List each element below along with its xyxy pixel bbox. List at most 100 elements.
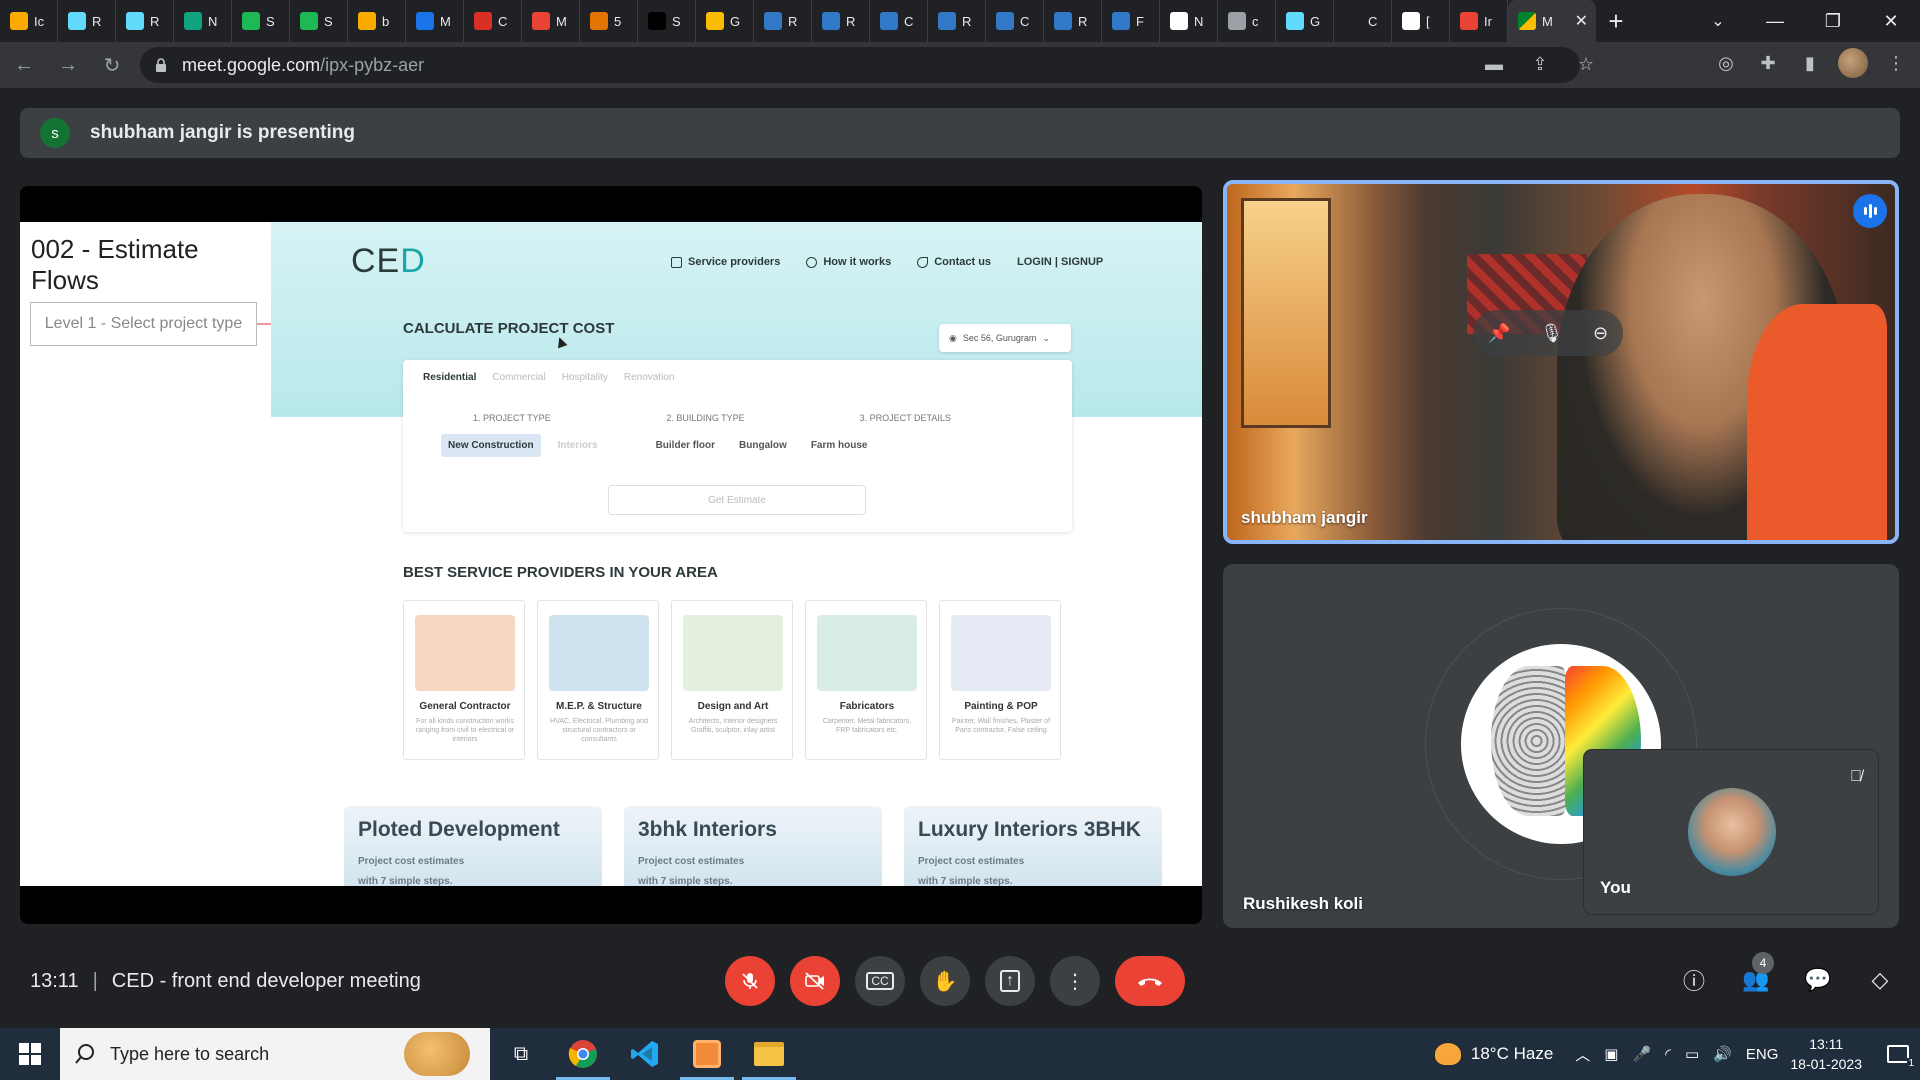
- browser-tab[interactable]: R: [754, 0, 812, 42]
- tab-label: N: [208, 13, 218, 29]
- estimate-card: 3bhk Interiors Project cost estimates with…: [624, 806, 882, 886]
- browser-tab[interactable]: M: [406, 0, 464, 42]
- more-options-button[interactable]: ⋮: [1050, 956, 1100, 1006]
- vscode-taskbar-icon[interactable]: [614, 1028, 676, 1080]
- browser-tab[interactable]: Ic: [0, 0, 58, 42]
- participant-tile-second[interactable]: 🎙̸ You Rushikesh koli: [1223, 564, 1899, 928]
- meeting-time: 13:11: [30, 970, 79, 992]
- location-pin-icon: [806, 256, 818, 268]
- tab-active[interactable]: M ✕: [1508, 0, 1596, 42]
- language-indicator[interactable]: ENG: [1746, 1046, 1779, 1063]
- app-taskbar-icon[interactable]: [676, 1028, 738, 1080]
- present-button[interactable]: ↑: [985, 956, 1035, 1006]
- tab-favicon-icon: [1402, 12, 1420, 30]
- menu-kebab-icon[interactable]: ⋮: [1882, 49, 1910, 77]
- reload-icon[interactable]: ↻: [92, 45, 132, 85]
- taskbar-clock[interactable]: 13:11 18-01-2023: [1790, 1034, 1862, 1074]
- browser-tab[interactable]: 5: [580, 0, 638, 42]
- nav-service-providers: Service providers: [671, 256, 780, 268]
- meeting-panels: ⓘ 👥 4 💬 ◇: [1674, 952, 1900, 1000]
- meeting-details-info-icon[interactable]: ⓘ: [1674, 960, 1714, 1000]
- extension-icon[interactable]: ◎: [1712, 49, 1740, 77]
- browser-tab[interactable]: C: [1334, 0, 1392, 42]
- browser-tab[interactable]: C: [986, 0, 1044, 42]
- browser-tab[interactable]: M: [522, 0, 580, 42]
- restore-button[interactable]: ❐: [1804, 11, 1862, 32]
- file-explorer-icon[interactable]: [738, 1028, 800, 1080]
- camera-icon[interactable]: ▬: [1480, 50, 1508, 78]
- provider-card: Painting & POP Painter, Wall finishes, Pl…: [939, 600, 1061, 760]
- profile-avatar[interactable]: [1838, 48, 1868, 78]
- weather-widget[interactable]: 18°C Haze: [1434, 1043, 1553, 1065]
- chip-new-construction: New Construction: [441, 434, 541, 457]
- browser-tab[interactable]: S: [638, 0, 696, 42]
- mic-tray-icon[interactable]: 🎤: [1632, 1045, 1651, 1063]
- remove-icon[interactable]: ⊖: [1593, 323, 1608, 344]
- participant-count-badge: 4: [1752, 952, 1774, 974]
- clock-time: 13:11: [1809, 1036, 1844, 1052]
- back-icon[interactable]: ←: [4, 45, 44, 85]
- people-icon[interactable]: 👥 4: [1736, 952, 1776, 1000]
- leave-call-button[interactable]: [1115, 956, 1185, 1006]
- tab-search-icon[interactable]: ⌄: [1690, 11, 1746, 31]
- browser-tab[interactable]: R: [58, 0, 116, 42]
- volume-icon[interactable]: 🔊: [1713, 1045, 1732, 1063]
- windows-start-icon[interactable]: [0, 1028, 60, 1080]
- close-window-button[interactable]: ✕: [1862, 11, 1920, 32]
- browser-tab[interactable]: Ir: [1450, 0, 1508, 42]
- browser-tab[interactable]: R: [928, 0, 986, 42]
- self-view-tile[interactable]: 🎙̸ You: [1584, 750, 1878, 914]
- browser-tab[interactable]: R: [812, 0, 870, 42]
- browser-tab[interactable]: N: [1160, 0, 1218, 42]
- captions-button[interactable]: CC: [855, 956, 905, 1006]
- bookmark-star-icon[interactable]: ☆: [1572, 50, 1600, 78]
- side-panel-icon[interactable]: ▮: [1796, 49, 1824, 77]
- shared-slide: 002 - Estimate Flows Level 1 - Select pr…: [20, 222, 1202, 886]
- tab-favicon-icon: [938, 12, 956, 30]
- puzzle-icon[interactable]: ✚: [1754, 49, 1782, 77]
- chrome-taskbar-icon[interactable]: [552, 1028, 614, 1080]
- mic-off-button[interactable]: [725, 956, 775, 1006]
- taskbar-search-box[interactable]: Type here to search: [60, 1028, 490, 1080]
- browser-tab[interactable]: R: [116, 0, 174, 42]
- url-text: meet.google.com/ipx-pybz-aer: [182, 55, 424, 76]
- provider-name: General Contractor: [419, 701, 511, 712]
- notification-center-icon[interactable]: 1: [1876, 1028, 1920, 1080]
- activities-icon[interactable]: ◇: [1860, 960, 1900, 1000]
- pin-icon[interactable]: 📌: [1488, 323, 1510, 344]
- browser-tab[interactable]: c: [1218, 0, 1276, 42]
- raise-hand-button[interactable]: ✋: [920, 956, 970, 1006]
- browser-tab[interactable]: S: [290, 0, 348, 42]
- battery-icon[interactable]: ▭: [1685, 1045, 1699, 1063]
- mic-icon[interactable]: 🎙: [1540, 323, 1563, 344]
- chevron-up-icon[interactable]: ︿: [1575, 1044, 1590, 1065]
- meeting-info: 13:11 | CED - front end developer meeting: [30, 970, 421, 992]
- browser-tab[interactable]: F: [1102, 0, 1160, 42]
- presentation-stage[interactable]: 002 - Estimate Flows Level 1 - Select pr…: [20, 186, 1202, 924]
- browser-tab[interactable]: G: [696, 0, 754, 42]
- browser-tab[interactable]: R: [1044, 0, 1102, 42]
- browser-tab[interactable]: b: [348, 0, 406, 42]
- camera-window: [1241, 198, 1331, 428]
- wifi-icon[interactable]: ◜: [1665, 1045, 1671, 1063]
- clock-date: 18-01-2023: [1790, 1056, 1862, 1072]
- browser-tab[interactable]: G: [1276, 0, 1334, 42]
- camera-tray-icon[interactable]: ▣: [1604, 1045, 1618, 1063]
- participant-tile-main[interactable]: 📌 🎙 ⊖ shubham jangir: [1223, 180, 1899, 544]
- share-icon[interactable]: ⇪: [1526, 50, 1554, 78]
- forward-icon[interactable]: →: [48, 45, 88, 85]
- address-bar[interactable]: meet.google.com/ipx-pybz-aer: [140, 47, 1580, 83]
- new-tab-button[interactable]: +: [1596, 0, 1636, 42]
- chat-icon[interactable]: 💬: [1798, 960, 1838, 1000]
- browser-tab[interactable]: C: [870, 0, 928, 42]
- task-view-icon[interactable]: ⧉: [490, 1028, 552, 1080]
- browser-toolbar: ← → ↻ meet.google.com/ipx-pybz-aer ▬ ⇪ ☆…: [0, 42, 1920, 88]
- camera-off-button[interactable]: [790, 956, 840, 1006]
- browser-tab[interactable]: N: [174, 0, 232, 42]
- minimize-button[interactable]: —: [1746, 11, 1804, 32]
- browser-tab[interactable]: S: [232, 0, 290, 42]
- browser-tab[interactable]: C: [464, 0, 522, 42]
- estimate-card-line: Project cost estimates: [918, 856, 1025, 867]
- close-tab-icon[interactable]: ✕: [1575, 11, 1588, 31]
- browser-tab[interactable]: [: [1392, 0, 1450, 42]
